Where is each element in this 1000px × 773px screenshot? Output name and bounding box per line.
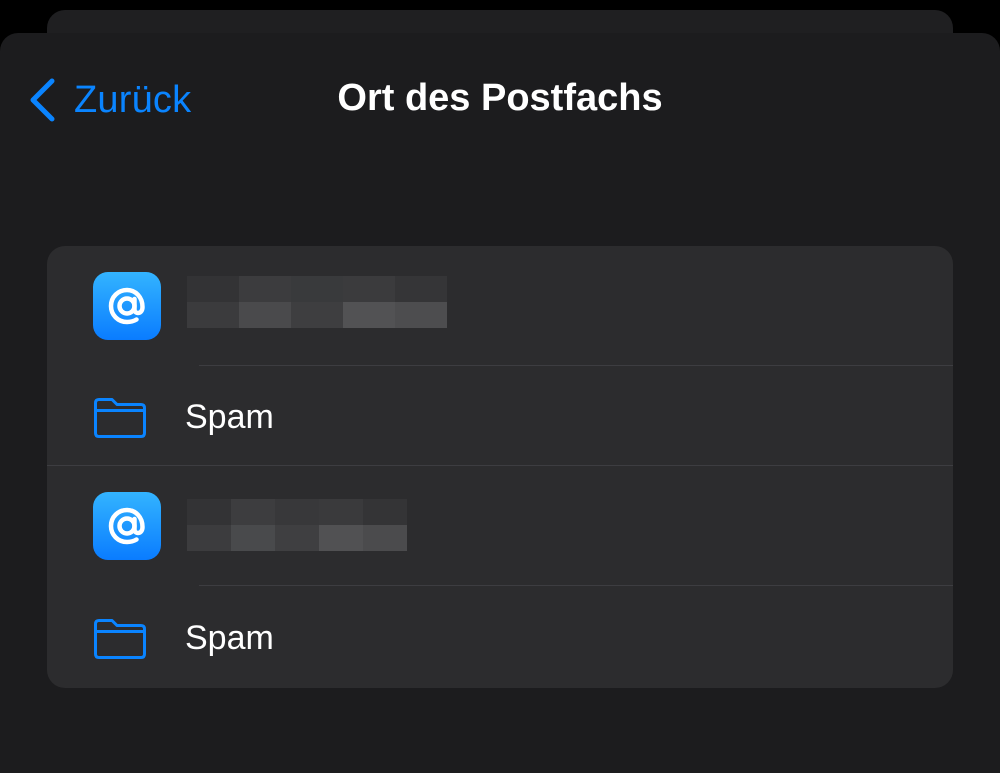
- account-row[interactable]: [47, 246, 953, 366]
- redacted-account-name: [187, 276, 447, 328]
- mailbox-list: Spam Spam: [47, 246, 953, 688]
- mailbox-row-spam[interactable]: Spam: [47, 586, 953, 688]
- mailbox-row-spam[interactable]: Spam: [47, 366, 953, 466]
- mailbox-label: Spam: [185, 619, 274, 657]
- folder-icon: [94, 398, 146, 438]
- mail-at-icon: [93, 492, 161, 560]
- mail-at-icon: [93, 272, 161, 340]
- account-row[interactable]: [47, 466, 953, 586]
- mailbox-location-sheet: Zurück Ort des Postfachs Spam Spam: [0, 33, 1000, 773]
- folder-icon: [94, 619, 146, 659]
- page-title: Ort des Postfachs: [337, 77, 663, 119]
- mailbox-label: Spam: [185, 398, 274, 436]
- redacted-account-name: [187, 499, 407, 551]
- navigation-bar: Zurück Ort des Postfachs: [0, 33, 1000, 163]
